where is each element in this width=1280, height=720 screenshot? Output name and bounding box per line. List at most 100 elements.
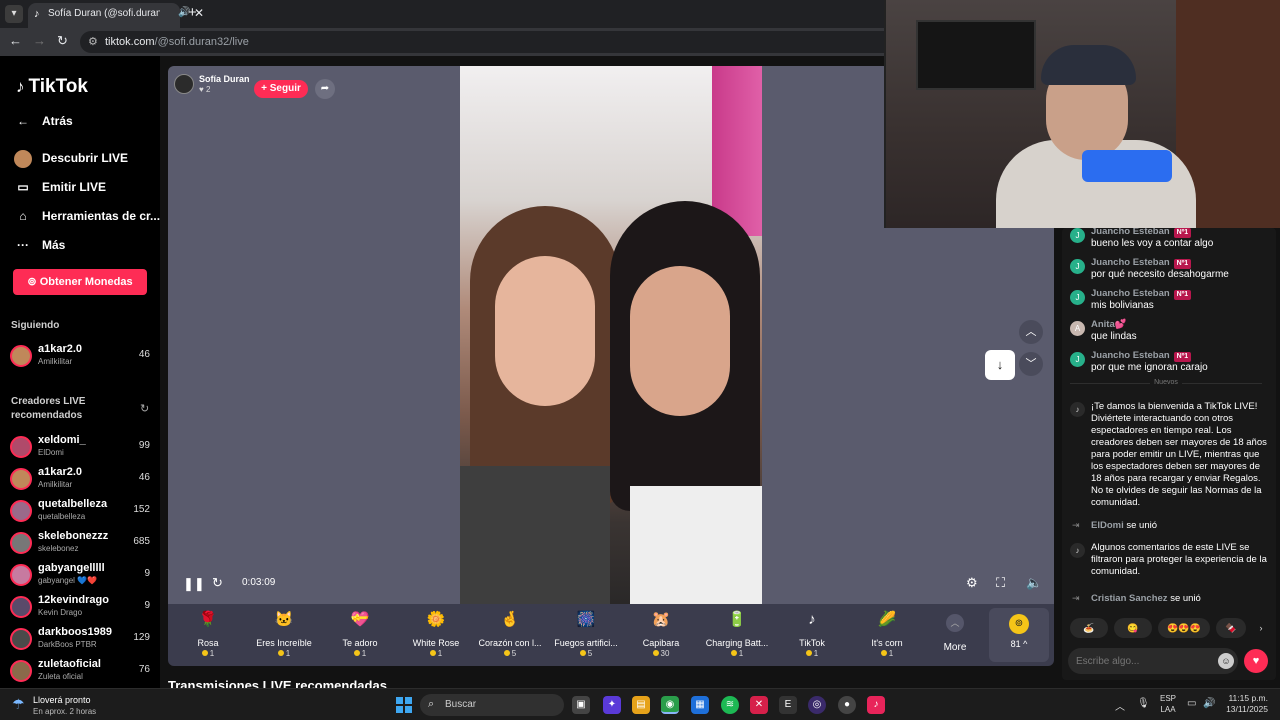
file-explorer-icon[interactable]: ▤ bbox=[632, 696, 650, 714]
gift-item[interactable]: 🎆 Fuegos artifici... 5 bbox=[549, 608, 623, 662]
weather-widget[interactable]: ☂ Lloverá pronto En aprox. 2 horas bbox=[12, 694, 152, 718]
tiktok-favicon-icon: ♪ bbox=[34, 8, 40, 20]
avatar bbox=[10, 628, 32, 650]
app-icon[interactable]: ● bbox=[838, 696, 856, 714]
following-creator[interactable]: a1kar2.0 Amilkilitar 46 bbox=[10, 343, 152, 371]
site-info-icon[interactable]: ⚙ bbox=[88, 35, 98, 48]
refresh-stream-icon[interactable]: ↻ bbox=[212, 575, 223, 591]
avatar bbox=[10, 596, 32, 618]
recommended-creator[interactable]: darkboos1989 DarkBoos PTBR 129 bbox=[10, 626, 152, 654]
spotify-icon[interactable]: ≋ bbox=[721, 696, 739, 714]
streamer-webcam-overlay bbox=[884, 0, 1280, 228]
rose-gift-icon: 🌹 bbox=[198, 611, 218, 628]
like-heart-icon[interactable]: ♥ bbox=[1244, 649, 1268, 673]
recommended-creator[interactable]: quetalbelleza quetalbelleza 152 bbox=[10, 498, 152, 526]
gift-item[interactable]: 💝 Te adoro 1 bbox=[323, 608, 397, 662]
live-video[interactable] bbox=[460, 66, 762, 604]
gift-item[interactable]: 🌹 Rosa 1 bbox=[171, 608, 245, 662]
recommended-creator[interactable]: 12kevindrago Kevin Drago 9 bbox=[10, 594, 152, 622]
sidebar-item-go-live[interactable]: ▭ Emitir LIVE bbox=[14, 180, 106, 194]
tab-search-icon[interactable]: ▾ bbox=[5, 5, 23, 23]
sidebar-item-discover-live[interactable]: Descubrir LIVE bbox=[14, 150, 128, 168]
heart-icon: ♥ bbox=[199, 85, 206, 94]
gift-item[interactable]: 🤞 Corazón con l... 5 bbox=[473, 608, 547, 662]
download-icon[interactable]: ↓ bbox=[985, 350, 1015, 380]
tiktok-app-icon[interactable]: ♪ bbox=[867, 696, 885, 714]
gift-item[interactable]: 🌼 White Rose 1 bbox=[399, 608, 473, 662]
copilot-icon[interactable]: ✦ bbox=[603, 696, 621, 714]
avatar bbox=[10, 436, 32, 458]
host-name[interactable]: Sofía Duran bbox=[199, 74, 250, 84]
gift-item[interactable]: 🔋 Charging Batt... 1 bbox=[700, 608, 774, 662]
capcut-icon[interactable]: ✕ bbox=[750, 696, 768, 714]
chat-input-box[interactable]: ☺ bbox=[1068, 648, 1238, 674]
chat-input[interactable] bbox=[1076, 652, 1206, 670]
gift-item[interactable]: 🐱 Eres Increíble 1 bbox=[247, 608, 321, 662]
reload-icon[interactable]: ↻ bbox=[57, 33, 68, 49]
pause-icon[interactable]: ❚❚ bbox=[183, 576, 205, 592]
rank-badge: Nº1 bbox=[1173, 259, 1192, 269]
sidebar-item-more[interactable]: ··· Más bbox=[14, 238, 65, 252]
back-icon[interactable]: ← bbox=[9, 33, 22, 48]
network-icon[interactable]: ▭ bbox=[1187, 698, 1196, 709]
taskbar-search[interactable]: ⌕ Buscar bbox=[420, 694, 564, 716]
recommended-title: Creadores LIVE recomendados bbox=[11, 396, 86, 421]
chevron-down-icon[interactable]: ﹀ bbox=[1019, 352, 1043, 376]
enter-icon: ⇥ bbox=[1072, 593, 1080, 603]
screen: ▾ ♪ Sofía Duran (@sofi.duran32) | ... 🔊 … bbox=[0, 0, 1280, 720]
address-bar[interactable]: ⚙ tiktok.com/@sofi.duran32/live bbox=[80, 31, 900, 53]
quick-reaction[interactable]: 😋 bbox=[1114, 618, 1152, 638]
recommended-creator[interactable]: a1kar2.0 Amilkilitar 46 bbox=[10, 466, 152, 494]
chevron-up-icon[interactable]: ︿ bbox=[1019, 320, 1043, 344]
obs-icon[interactable]: ◎ bbox=[808, 696, 826, 714]
recommended-creator[interactable]: xeldomi_ ElDomi 99 bbox=[10, 434, 152, 462]
tools-icon: ⌂ bbox=[19, 209, 27, 223]
chevron-right-icon[interactable]: › bbox=[1252, 618, 1270, 638]
follow-button[interactable]: + Seguir bbox=[254, 80, 308, 98]
quick-reaction[interactable]: 😍😍😍 bbox=[1158, 618, 1210, 638]
task-view-icon[interactable]: ▣ bbox=[572, 696, 590, 714]
sidebar-item-back[interactable]: ← Atrás bbox=[14, 114, 73, 128]
forward-icon[interactable]: → bbox=[33, 33, 46, 48]
quick-reaction[interactable]: 🍫 bbox=[1216, 618, 1246, 638]
fullscreen-icon[interactable]: ⛶ bbox=[996, 575, 1005, 591]
clock[interactable]: 11:15 p.m. 13/11/2025 bbox=[1222, 693, 1268, 715]
gift-item[interactable]: ♪ TikTok 1 bbox=[775, 608, 849, 662]
volume-icon[interactable]: 🔊 bbox=[1203, 698, 1215, 709]
coin-icon bbox=[503, 650, 510, 656]
recommended-creator[interactable]: zuletaoficial Zuleta oficial 76 bbox=[10, 658, 152, 686]
recommended-creator[interactable]: skelebonezzz skelebonez 685 bbox=[10, 530, 152, 558]
chevron-up-icon[interactable]: ︿ bbox=[1115, 698, 1125, 713]
chevron-up-icon: ︿ bbox=[946, 614, 964, 632]
recommended-creator[interactable]: gabyangelllll gabyangel 💙❤️ 9 bbox=[10, 562, 152, 590]
start-icon[interactable] bbox=[396, 697, 412, 713]
volume-icon[interactable]: 🔈 bbox=[1026, 575, 1042, 591]
host-avatar[interactable] bbox=[174, 74, 194, 94]
browser-tab[interactable]: ♪ Sofía Duran (@sofi.duran32) | ... 🔊 ✕ bbox=[28, 3, 204, 28]
avatar: J bbox=[1070, 290, 1085, 305]
rain-cloud-icon: ☂ bbox=[12, 696, 25, 712]
gift-item[interactable]: 🐹 Capibara 30 bbox=[624, 608, 698, 662]
chrome-icon[interactable]: ◉ bbox=[661, 696, 679, 714]
share-icon[interactable]: ➦ bbox=[315, 79, 335, 99]
epic-games-icon[interactable]: E bbox=[779, 696, 797, 714]
quick-reaction[interactable]: 🍝 bbox=[1070, 618, 1108, 638]
gift-item[interactable]: 🌽 It's corn 1 bbox=[850, 608, 924, 662]
get-coins-button[interactable]: ⊚ Obtener Monedas bbox=[13, 269, 147, 295]
tiktok-logo[interactable]: ♪ TikTok bbox=[16, 76, 88, 98]
language-indicator[interactable]: ESP LAA bbox=[1160, 693, 1176, 715]
store-icon[interactable]: ▦ bbox=[691, 696, 709, 714]
settings-icon[interactable]: ⚙ bbox=[966, 575, 978, 591]
emoji-icon[interactable]: ☺ bbox=[1218, 653, 1234, 669]
video-shirt-left bbox=[460, 466, 610, 604]
coin-icon: ⊚ bbox=[1009, 614, 1029, 634]
coin-icon bbox=[353, 650, 360, 656]
sidebar-item-creator-tools[interactable]: ⌂ Herramientas de cr... bbox=[14, 209, 160, 223]
coin-icon bbox=[652, 650, 659, 656]
coin-balance[interactable]: ⊚ 81 ^ bbox=[989, 608, 1049, 662]
more-gifts-button[interactable]: ︿ More bbox=[940, 614, 970, 653]
new-tab-icon[interactable]: + bbox=[188, 4, 197, 21]
avatar bbox=[10, 468, 32, 490]
microphone-icon[interactable]: 🎙 bbox=[1137, 698, 1150, 709]
refresh-icon[interactable]: ↻ bbox=[140, 402, 149, 415]
